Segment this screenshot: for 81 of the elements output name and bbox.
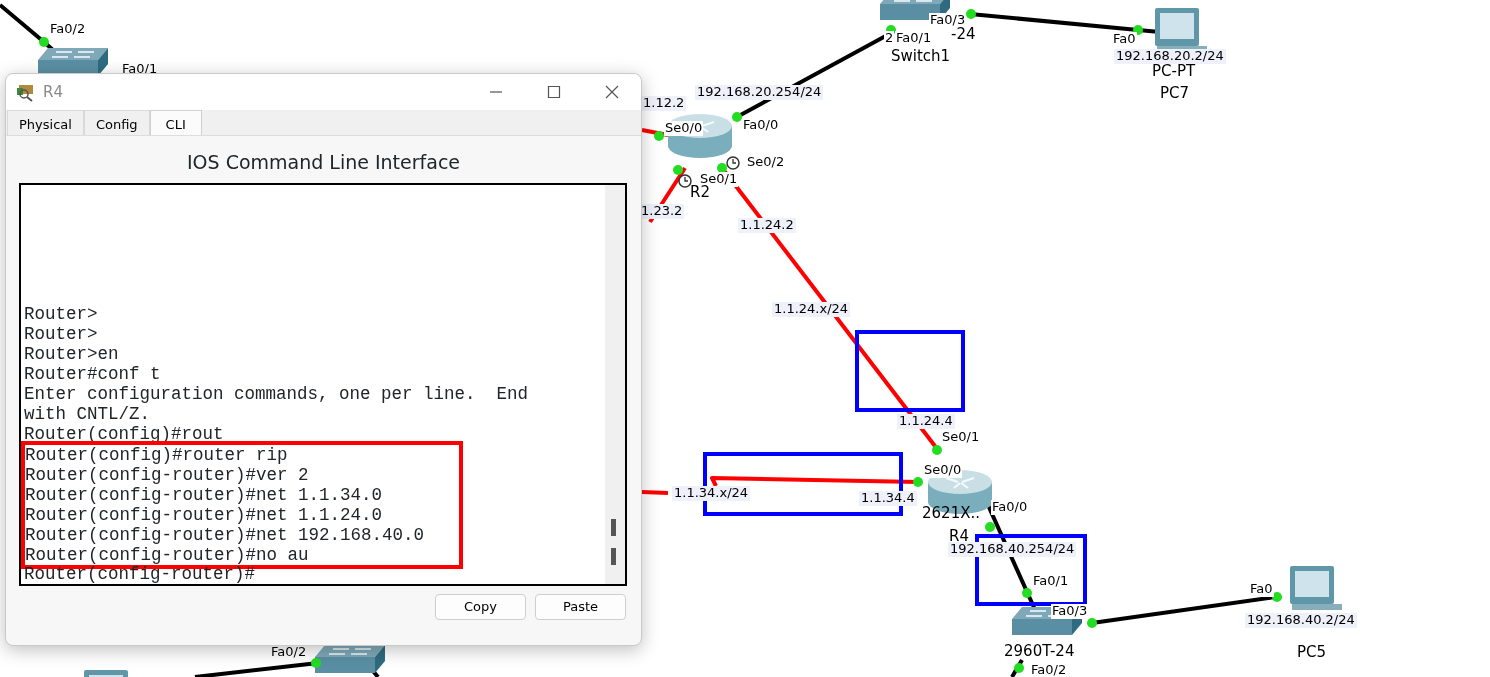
terminal-line: Router(config-router)#net 1.1.34.0: [25, 484, 384, 505]
paste-button[interactable]: Paste: [535, 593, 626, 620]
ip-address-label: 1.1.24.x/24: [772, 302, 851, 317]
port-dot: [654, 131, 664, 141]
terminal-line: Router(config-router)#no au: [25, 544, 310, 565]
terminal-line: Router(config)#rout: [24, 423, 225, 444]
computer-icon: [1290, 566, 1342, 610]
scrollbar[interactable]: [605, 184, 625, 584]
terminal-line: Router>: [24, 303, 99, 324]
ip-address-label: 192.168.40.2/24: [1245, 613, 1357, 628]
ip-address-label: 192.168.20.2/24: [1114, 49, 1226, 64]
clock-icon: [678, 174, 692, 188]
close-icon[interactable]: [605, 85, 619, 99]
terminal-line: Router(config-router)#: [24, 563, 256, 584]
device-label: 2960T-24: [1004, 643, 1075, 660]
tab[interactable]: CLI: [149, 110, 202, 135]
terminal-line: Router#conf t: [24, 363, 162, 384]
ip-address-label: 1.12.2: [641, 96, 687, 111]
port-dot: [673, 165, 683, 175]
port-label: Fa0/1: [1032, 574, 1070, 589]
port-label: Fa0/2: [49, 22, 87, 37]
computer-icon: [84, 670, 128, 677]
port-dot: [913, 477, 923, 487]
ip-address-label: 1.1.34.4: [859, 491, 917, 506]
device-label: PC7: [1160, 85, 1190, 102]
port-dot: [932, 445, 942, 455]
computer-icon: [1155, 8, 1207, 52]
maximize-icon[interactable]: [547, 85, 561, 99]
port-dot: [1022, 588, 1032, 598]
port-label: Fa0/1: [895, 31, 933, 46]
ip-address-label: 192.168.20.254/24: [695, 85, 824, 100]
copy-button[interactable]: Copy: [435, 593, 526, 620]
device-label: -24: [951, 26, 976, 43]
terminal-line: with CNTL/Z.: [24, 403, 152, 424]
port-dot: [1133, 25, 1143, 35]
port-label: Fa0/3: [1051, 604, 1089, 619]
ip-address-label: 1.1.34.x/24: [672, 486, 751, 501]
ethernet-cable: [1010, 659, 1024, 677]
tab[interactable]: Physical: [7, 110, 84, 135]
serial-cable: [641, 490, 669, 495]
device-label: Switch1: [891, 48, 951, 65]
device-label: PC5: [1297, 644, 1327, 661]
terminal-line: Router(config)#router rip: [25, 444, 289, 465]
port-dot: [717, 163, 727, 173]
port-label: Fa0/2: [1030, 663, 1068, 677]
ip-address-label: 1.1.24.2: [738, 218, 796, 233]
port-dot: [39, 37, 49, 47]
ip-address-label: 1.23.2: [639, 204, 685, 219]
port-label: Se0/1: [699, 172, 739, 187]
clock-icon: [726, 156, 740, 170]
port-label: Se0/0: [664, 121, 704, 136]
port-dot: [732, 112, 742, 122]
device-label: R4: [949, 528, 969, 545]
port-label: Se0/1: [941, 430, 981, 445]
port-dot: [311, 658, 321, 668]
port-dot: [1014, 663, 1024, 673]
port-label: Se0/2: [746, 155, 786, 170]
terminal-line: Router(config-router)#net 192.168.40.0: [25, 524, 426, 545]
ip-address-label: 192.168.40.254/24: [948, 542, 1077, 557]
panel-heading: IOS Command Line Interface: [185, 150, 462, 175]
terminal-line: Enter configuration commands, one per line. End: [24, 383, 530, 404]
tab[interactable]: Config: [83, 110, 150, 135]
port-dot: [1272, 592, 1282, 602]
device-label: R2: [690, 184, 710, 201]
port-label: Se0/0: [923, 463, 963, 478]
device-label: PC-PT: [1152, 63, 1196, 80]
switch-icon: [315, 645, 385, 673]
ip-address-label: 1.1.24.4: [897, 414, 955, 429]
window-title: R4: [43, 81, 63, 103]
port-dot: [985, 522, 995, 532]
terminal-line: Router(config-router)#ver 2: [25, 464, 310, 485]
terminal-line: Router>: [24, 323, 99, 344]
port-label: Fa0/0: [742, 118, 780, 133]
terminal-line: Router>en: [24, 343, 120, 364]
port-dot: [1087, 618, 1097, 628]
port-dot: [966, 9, 976, 19]
device-label: 2621X..: [922, 505, 980, 522]
port-label: Fa0/3: [929, 13, 967, 28]
terminal-line: Router(config-router)#net 1.1.24.0: [25, 504, 384, 525]
port-label: Fa0: [1249, 582, 1274, 597]
port-label: Fa0/0: [991, 500, 1029, 515]
